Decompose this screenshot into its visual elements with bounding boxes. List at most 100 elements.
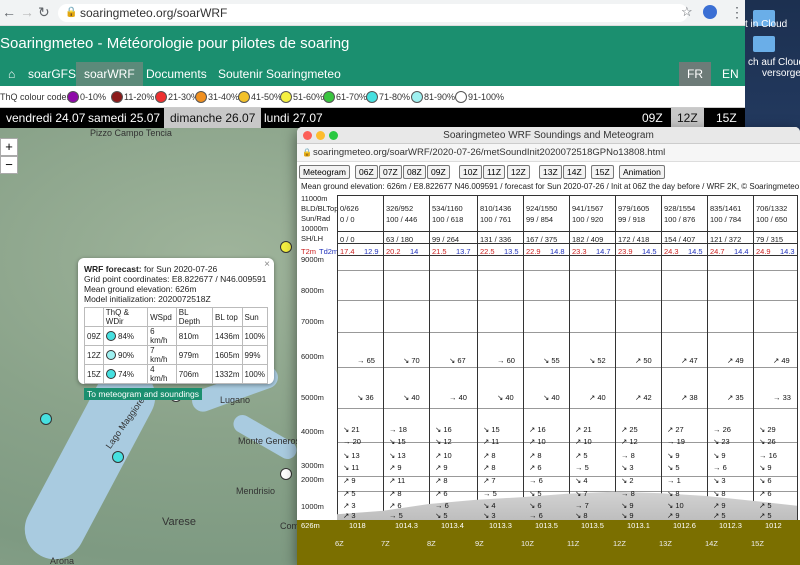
- wind-barb: ↗ 6: [529, 463, 542, 472]
- wind-barb: ↘ 8: [713, 489, 726, 498]
- bottom-hour-label: 10Z: [521, 539, 534, 548]
- zoom-window-icon[interactable]: [329, 131, 338, 140]
- zoom-in-button[interactable]: +: [0, 138, 18, 156]
- wind-speed: 42: [643, 393, 652, 402]
- wind-barb: ↘ 5: [529, 489, 542, 498]
- bld-cell: 979/1605: [618, 204, 650, 213]
- wind-barb: ↘ 55: [543, 356, 560, 365]
- nav-soarwrf[interactable]: soarWRF: [76, 62, 143, 86]
- wind-barb: → 19: [667, 437, 685, 446]
- window-url-bar[interactable]: 🔒 soaringmeteo.org/soarWRF/2020-07-26/me…: [297, 144, 800, 162]
- sun-cell: 0 / 0: [340, 215, 355, 224]
- animation-button[interactable]: Animation: [619, 165, 665, 179]
- wind-arrow-icon: →: [449, 393, 459, 402]
- bottom-hour-label: 9Z: [475, 539, 484, 548]
- popup-cell: 979m: [175, 345, 214, 365]
- day-tab[interactable]: samedi 25.07: [82, 108, 166, 128]
- grid-line: [337, 408, 797, 409]
- wind-arrow-icon: →: [713, 463, 723, 472]
- forward-icon[interactable]: →: [20, 4, 34, 20]
- hour-button[interactable]: 07Z: [379, 165, 402, 179]
- wind-marker[interactable]: [112, 451, 124, 463]
- wind-marker[interactable]: [280, 468, 292, 480]
- menu-icon[interactable]: ⋮: [730, 4, 744, 21]
- wind-barb: ↘ 70: [403, 356, 420, 365]
- star-icon[interactable]: ☆: [681, 4, 693, 20]
- url-field[interactable]: 🔒 soaringmeteo.org/soarWRF: [58, 4, 688, 22]
- meteogram-button[interactable]: Meteogram: [299, 165, 350, 179]
- shlh-cell: 63 / 180: [386, 235, 414, 244]
- column-divider: [661, 195, 662, 525]
- colour-code-item: 51-60%: [280, 90, 324, 104]
- wind-barb: → 40: [449, 393, 467, 402]
- nav-documents[interactable]: Documents: [138, 62, 215, 86]
- folder-icon[interactable]: [753, 36, 775, 52]
- day-tab-active[interactable]: dimanche 26.07: [164, 108, 262, 128]
- wind-barb: ↗ 25: [621, 425, 638, 434]
- wind-speed: 5: [443, 511, 448, 520]
- reload-icon[interactable]: ↻: [38, 4, 50, 21]
- wind-barb: → 5: [483, 489, 497, 498]
- popup-close-icon[interactable]: ×: [264, 259, 270, 270]
- wind-barb: ↗ 35: [727, 393, 744, 402]
- map-label: Varese: [162, 516, 197, 528]
- wind-barb: ↗ 5: [759, 501, 772, 510]
- wind-arrow-icon: →: [343, 437, 353, 446]
- hour-button[interactable]: 14Z: [563, 165, 586, 179]
- wind-barb: ↗ 5: [759, 511, 772, 520]
- wind-barb: ↘ 13: [389, 451, 406, 460]
- wind-barb: ↘ 6: [759, 476, 772, 485]
- hour-button[interactable]: 11Z: [483, 165, 506, 179]
- profile-icon[interactable]: [703, 5, 717, 19]
- lang-fr[interactable]: FR: [679, 62, 711, 86]
- day-tab[interactable]: vendredi 24.07: [0, 108, 91, 128]
- wind-barb: ↘ 16: [435, 425, 452, 434]
- site-header: Soaringmeteo - Météorologie pour pilotes…: [0, 26, 745, 62]
- popup-cell: 1436m: [212, 326, 243, 346]
- wind-marker[interactable]: [280, 241, 292, 253]
- hour-button[interactable]: 08Z: [403, 165, 426, 179]
- close-window-icon[interactable]: [303, 131, 312, 140]
- t2m-label: T2m: [301, 247, 316, 256]
- popup-header: WSpd: [147, 307, 177, 327]
- back-icon[interactable]: ←: [2, 4, 16, 20]
- wind-barb: ↘ 3: [483, 511, 496, 520]
- hour-button[interactable]: 15Z: [591, 165, 614, 179]
- row-label: 1000m: [301, 502, 324, 511]
- shlh-cell: 121 / 372: [710, 235, 742, 244]
- wind-arrow-icon: →: [773, 393, 783, 402]
- meteogram-link[interactable]: To meteogram and soundings: [84, 388, 202, 400]
- hour-button[interactable]: 06Z: [355, 165, 378, 179]
- hour-button[interactable]: 10Z: [459, 165, 482, 179]
- wind-speed: 5: [721, 511, 726, 520]
- t2m-cell: 21.5: [432, 247, 447, 256]
- row-label: 8000m: [301, 286, 324, 295]
- wind-speed: 12: [629, 437, 638, 446]
- popup-title: for Sun 2020-07-26: [141, 264, 218, 274]
- hour-button[interactable]: 13Z: [539, 165, 562, 179]
- wind-barb: → 20: [343, 437, 361, 446]
- nav-soargfs[interactable]: soarGFS: [20, 62, 84, 86]
- lang-en[interactable]: EN: [714, 62, 745, 86]
- wind-marker[interactable]: [40, 413, 52, 425]
- td2m-cell: 14.8: [550, 247, 565, 256]
- hour-button[interactable]: 09Z: [427, 165, 450, 179]
- pressure-value: 1018: [349, 521, 366, 530]
- hour-tab[interactable]: 15Z: [710, 108, 743, 128]
- wind-barb: → 18: [389, 425, 407, 434]
- wind-speed: 5: [675, 463, 680, 472]
- wind-speed: 15: [491, 425, 500, 434]
- bld-cell: 534/1160: [432, 204, 463, 213]
- hour-tab-active[interactable]: 12Z: [671, 108, 704, 128]
- minimize-window-icon[interactable]: [316, 131, 325, 140]
- nav-soutenir[interactable]: Soutenir Soaringmeteo: [210, 62, 349, 86]
- hour-button[interactable]: 12Z: [507, 165, 530, 179]
- wind-barb: → 1: [667, 476, 681, 485]
- wind-barb: ↘ 13: [343, 451, 360, 460]
- day-tab[interactable]: lundi 27.07: [258, 108, 329, 128]
- zoom-out-button[interactable]: −: [0, 156, 18, 174]
- map-label: Arona: [50, 556, 75, 565]
- hour-tab[interactable]: 09Z: [636, 108, 669, 128]
- popup-cell: 1605m: [212, 345, 243, 365]
- wind-speed: 5: [398, 511, 403, 520]
